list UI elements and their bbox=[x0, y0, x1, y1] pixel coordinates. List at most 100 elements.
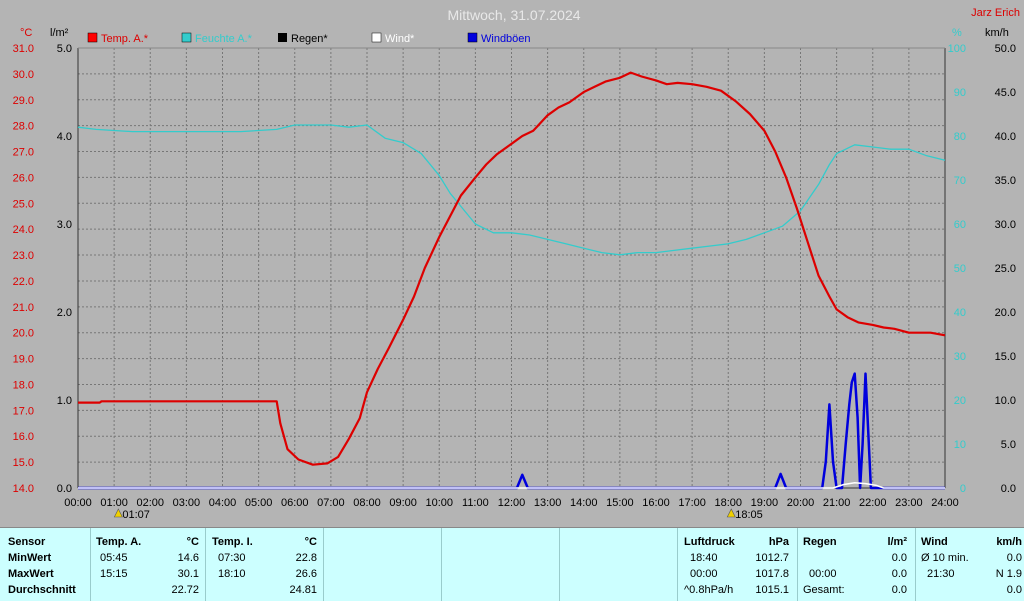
temp-a-min-value: 14.6 bbox=[177, 552, 199, 564]
weather-chart: Mittwoch, 31.07.2024 Jarz Erich °C l/m² … bbox=[13, 7, 1020, 521]
temp-i-avg-value: 24.81 bbox=[289, 584, 317, 596]
y-tick-label-humid: 50 bbox=[954, 263, 966, 275]
temp-i-min-time: 07:30 bbox=[218, 552, 246, 564]
y-tick-label-temp: 15.0 bbox=[13, 457, 34, 469]
sun-markers: 01:07 18:05 bbox=[113, 508, 763, 521]
pressure-unit: hPa bbox=[768, 536, 789, 548]
y-tick-label-humid: 40 bbox=[954, 307, 966, 319]
y-tick-label-wind: 35.0 bbox=[995, 175, 1016, 187]
y-tick-label-temp: 14.0 bbox=[13, 483, 34, 495]
station-name: Jarz Erich bbox=[971, 7, 1020, 19]
y-tick-label-temp: 29.0 bbox=[13, 95, 34, 107]
wind-header: Wind bbox=[921, 536, 948, 548]
x-tick-label: 12:00 bbox=[498, 497, 526, 509]
y-tick-label-wind: 45.0 bbox=[995, 87, 1016, 99]
legend-item-temp: Temp. A.* bbox=[87, 32, 149, 45]
sunset-time-label: 18:05 bbox=[735, 509, 763, 521]
legend-swatch-wind bbox=[371, 32, 382, 43]
x-tick-label: 00:00 bbox=[64, 497, 92, 509]
row-label-avg: Durchschnitt bbox=[8, 584, 76, 596]
temp-a-avg-value: 22.72 bbox=[171, 584, 199, 596]
legend-swatch-temp bbox=[87, 32, 98, 43]
y-tick-label-wind: 40.0 bbox=[995, 131, 1016, 143]
temp-a-unit: °C bbox=[186, 536, 199, 548]
y-tick-label-wind: 5.0 bbox=[1001, 439, 1016, 451]
chart-title: Mittwoch, 31.07.2024 bbox=[447, 7, 580, 23]
sensor-header: Sensor bbox=[8, 536, 46, 548]
y-tick-label-temp: 24.0 bbox=[13, 224, 34, 236]
sunrise-time-label: 01:07 bbox=[122, 509, 150, 521]
y-tick-label-wind: 0.0 bbox=[1001, 483, 1016, 495]
temp-i-min-value: 22.8 bbox=[295, 552, 317, 564]
pressure-avg-value: 1015.1 bbox=[755, 584, 789, 596]
legend-item-rain: Regen* bbox=[278, 33, 328, 45]
legend-swatch-humid bbox=[181, 32, 192, 43]
pressure-trend: ^0.8hPa/h bbox=[684, 584, 734, 596]
x-tick-label: 08:00 bbox=[353, 497, 381, 509]
legend-label-temp: Temp. A.* bbox=[101, 33, 149, 45]
rain-unit: l/m² bbox=[887, 536, 907, 548]
temp-a-max-time: 15:15 bbox=[100, 568, 128, 580]
temp-i-unit: °C bbox=[304, 536, 317, 548]
y-tick-label-temp: 16.0 bbox=[13, 431, 34, 443]
legend-label-wind: Wind* bbox=[385, 33, 415, 45]
x-tick-label: 24:00 bbox=[931, 497, 959, 509]
y-tick-label-wind: 15.0 bbox=[995, 351, 1016, 363]
row-label-min: MinWert bbox=[8, 552, 52, 564]
x-tick-label: 15:00 bbox=[606, 497, 634, 509]
y-tick-label-temp: 22.0 bbox=[13, 276, 34, 288]
x-tick-label: 09:00 bbox=[389, 497, 417, 509]
y-tick-label-humid: 10 bbox=[954, 439, 966, 451]
x-tick-label: 13:00 bbox=[534, 497, 562, 509]
y-tick-label-temp: 21.0 bbox=[13, 302, 34, 314]
wind-avg-value: 0.0 bbox=[1006, 584, 1022, 596]
pressure-max-value: 1017.8 bbox=[755, 568, 789, 580]
rain-max-time: 00:00 bbox=[809, 568, 837, 580]
unit-humid: % bbox=[952, 27, 962, 39]
wind-unit: km/h bbox=[996, 536, 1022, 548]
sunset-marker-icon bbox=[726, 508, 736, 518]
unit-rain: l/m² bbox=[50, 27, 69, 39]
x-tick-label: 14:00 bbox=[570, 497, 598, 509]
y-tick-label-temp: 30.0 bbox=[13, 69, 34, 81]
y-tick-label-wind: 30.0 bbox=[995, 219, 1016, 231]
y-tick-label-humid: 80 bbox=[954, 131, 966, 143]
x-tick-label: 23:00 bbox=[895, 497, 923, 509]
sunrise-marker-icon bbox=[113, 508, 123, 518]
y-tick-label-rain: 2.0 bbox=[57, 307, 72, 319]
y-tick-label-humid: 70 bbox=[954, 175, 966, 187]
temp-a-min-time: 05:45 bbox=[100, 552, 128, 564]
temp-i-max-value: 26.6 bbox=[295, 568, 317, 580]
y-tick-label-temp: 23.0 bbox=[13, 250, 34, 262]
y-tick-label-wind: 25.0 bbox=[995, 263, 1016, 275]
pressure-header: Luftdruck bbox=[684, 536, 735, 548]
y-tick-label-humid: 100 bbox=[948, 43, 966, 55]
x-tick-label: 18:00 bbox=[714, 497, 742, 509]
x-tick-label: 19:00 bbox=[751, 497, 779, 509]
wind-avg10-label: Ø 10 min. bbox=[921, 552, 969, 564]
y-tick-label-wind: 10.0 bbox=[995, 395, 1016, 407]
unit-temp: °C bbox=[20, 27, 32, 39]
y-tick-label-temp: 19.0 bbox=[13, 354, 34, 366]
y-tick-label-temp: 28.0 bbox=[13, 121, 34, 133]
y-tick-label-humid: 60 bbox=[954, 219, 966, 231]
unit-wind: km/h bbox=[985, 27, 1009, 39]
x-tick-label: 16:00 bbox=[642, 497, 670, 509]
y-tick-label-temp: 27.0 bbox=[13, 147, 34, 159]
rain-header: Regen bbox=[803, 536, 837, 548]
pressure-min-value: 1012.7 bbox=[755, 552, 789, 564]
legend-label-humid: Feuchte A.* bbox=[195, 33, 253, 45]
x-tick-label: 04:00 bbox=[209, 497, 237, 509]
y-tick-label-humid: 90 bbox=[954, 87, 966, 99]
rain-min-value: 0.0 bbox=[891, 552, 907, 564]
y-tick-label-temp: 20.0 bbox=[13, 328, 34, 340]
y-tick-label-temp: 17.0 bbox=[13, 405, 34, 417]
pressure-min-time: 18:40 bbox=[690, 552, 718, 564]
y-tick-label-rain: 3.0 bbox=[57, 219, 72, 231]
rain-max-value: 0.0 bbox=[891, 568, 907, 580]
legend-item-gust: Windböen bbox=[467, 32, 531, 45]
x-tick-label: 11:00 bbox=[462, 497, 489, 509]
rain-total-label: Gesamt: bbox=[803, 584, 845, 596]
x-tick-label: 02:00 bbox=[136, 497, 164, 509]
x-tick-label: 22:00 bbox=[859, 497, 887, 509]
